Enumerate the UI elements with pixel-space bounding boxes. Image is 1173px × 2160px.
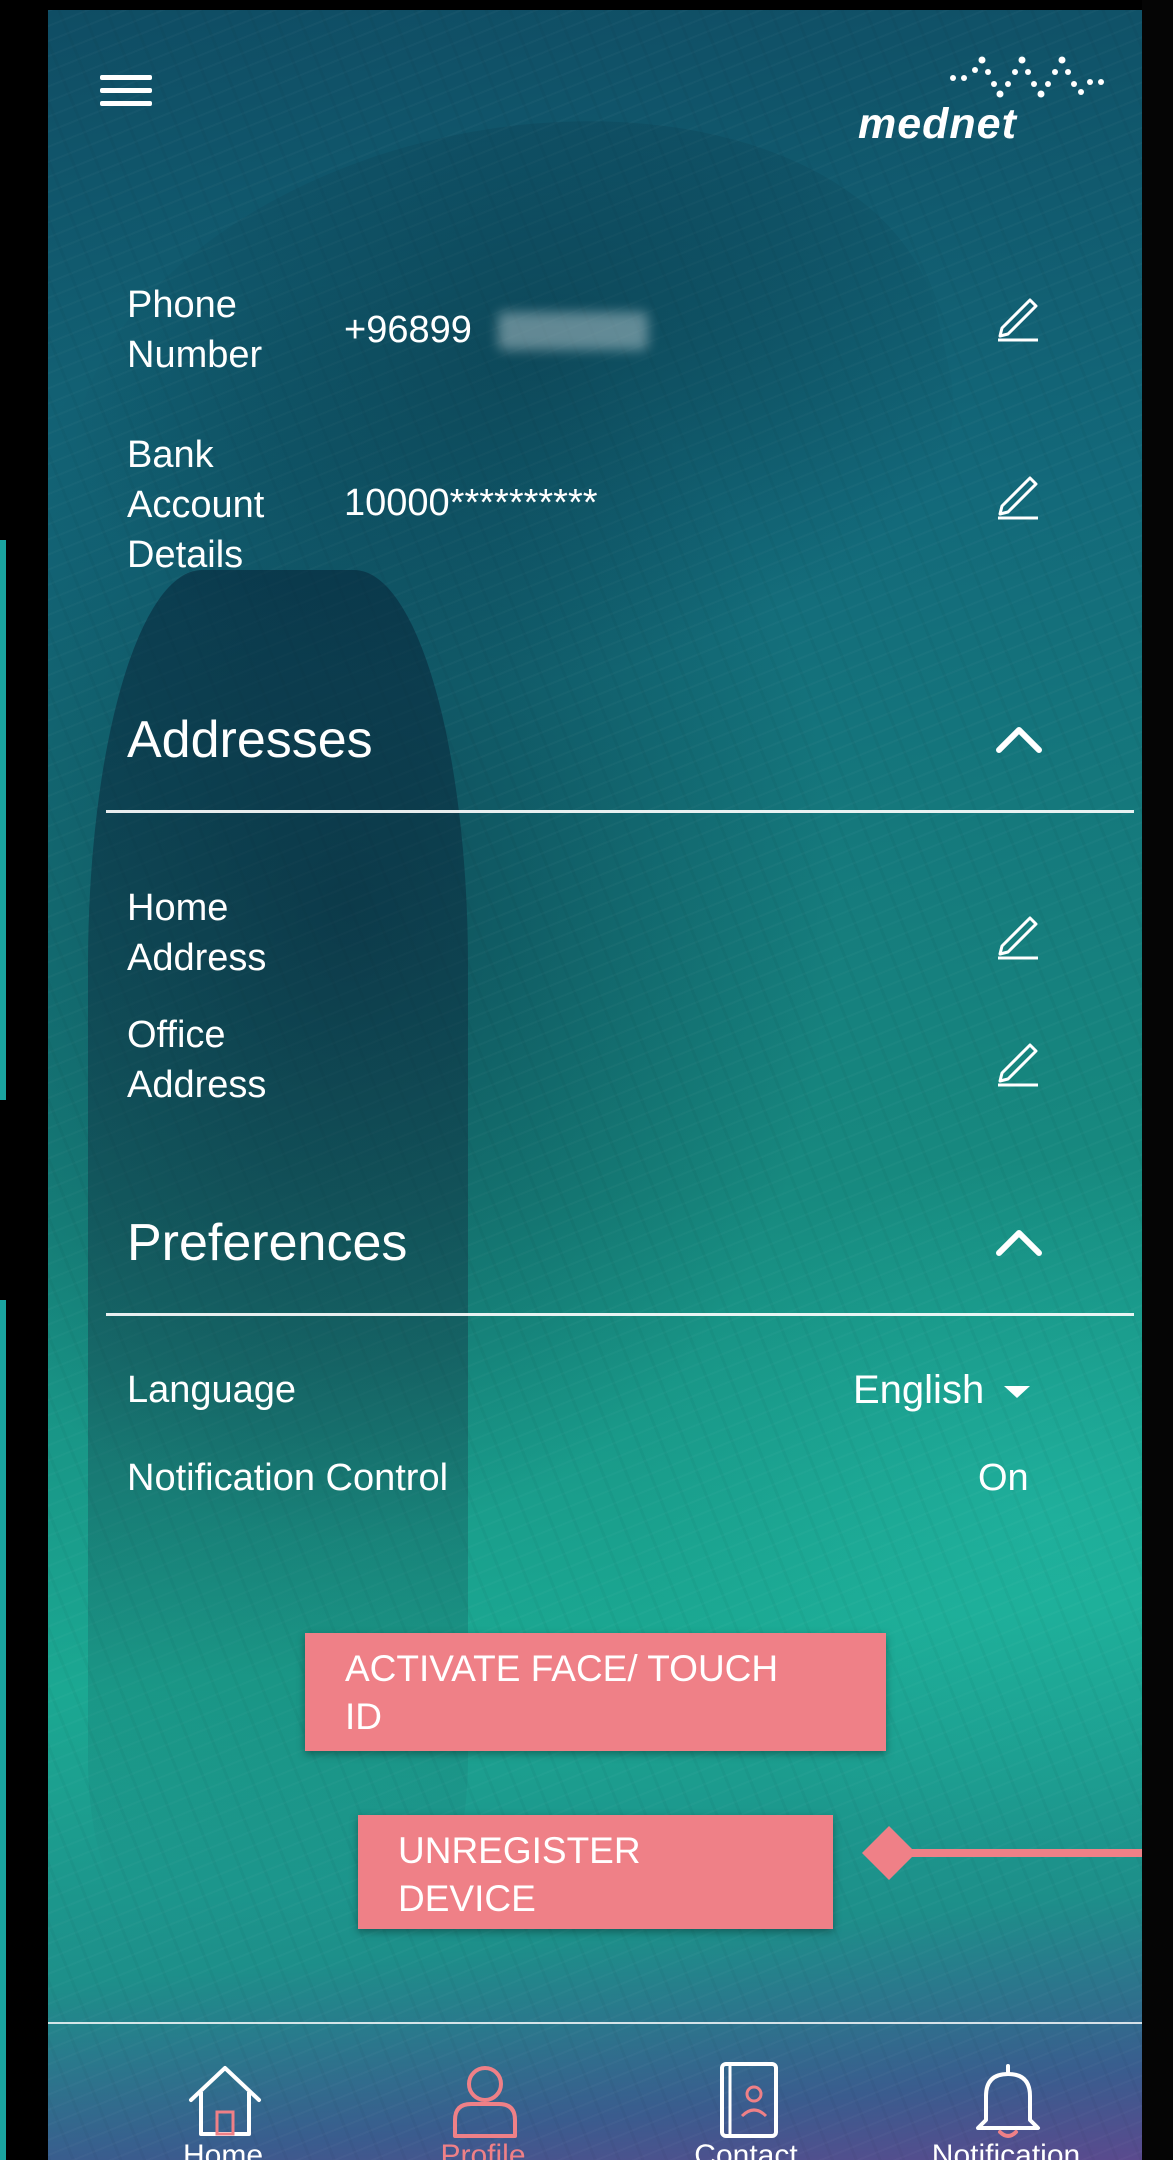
profile-icon bbox=[453, 2066, 517, 2138]
language-value: English bbox=[853, 1368, 985, 1412]
nav-label-home: Home bbox=[182, 2139, 264, 2160]
unregister-device-button[interactable]: UNREGISTER DEVICE bbox=[358, 1815, 833, 1929]
language-dropdown[interactable]: English bbox=[853, 1360, 1031, 1420]
edit-office-address-icon[interactable] bbox=[994, 1035, 1042, 1087]
mednet-logo: mednet bbox=[858, 38, 1118, 158]
nav-item-home[interactable]: Home bbox=[123, 2024, 323, 2160]
addresses-collapse-chevron-icon[interactable] bbox=[993, 722, 1045, 756]
caret-down-icon bbox=[1004, 1386, 1031, 1399]
nav-item-notification[interactable]: Notification bbox=[906, 2024, 1106, 2160]
logo-dots-icon bbox=[950, 56, 1104, 98]
edit-home-address-icon[interactable] bbox=[994, 908, 1042, 960]
nav-label-notification: Notification bbox=[931, 2139, 1081, 2160]
bank-account-label: Bank Account Details bbox=[127, 434, 265, 576]
device-frame bbox=[1142, 0, 1173, 2160]
nav-item-profile[interactable]: Profile bbox=[383, 2024, 583, 2160]
nav-item-contact[interactable]: Contact bbox=[646, 2024, 846, 2160]
notification-control-label: Notification Control bbox=[127, 1457, 449, 1499]
notification-control-toggle[interactable]: On bbox=[978, 1450, 1029, 1506]
annotation-arrow-icon bbox=[862, 1826, 1142, 1880]
bell-icon bbox=[976, 2064, 1040, 2138]
addresses-section-title: Addresses bbox=[127, 711, 373, 769]
preferences-divider bbox=[106, 1313, 1134, 1316]
nav-label-profile: Profile bbox=[440, 2139, 526, 2160]
home-icon bbox=[189, 2066, 261, 2136]
preferences-collapse-chevron-icon[interactable] bbox=[993, 1225, 1045, 1259]
language-label: Language bbox=[127, 1369, 297, 1411]
logo-text: mednet bbox=[858, 100, 1017, 148]
edit-bank-account-icon[interactable] bbox=[994, 468, 1042, 520]
phone-number-value: +96899 bbox=[344, 309, 472, 351]
frame-accent bbox=[0, 1300, 6, 2160]
phone-number-redacted bbox=[498, 312, 648, 350]
bottom-navigation: Home Profile Contact Notification bbox=[48, 2022, 1142, 2160]
hamburger-menu-icon[interactable] bbox=[100, 75, 152, 115]
frame-accent bbox=[0, 540, 6, 1100]
phone-number-label: Phone Number bbox=[127, 284, 263, 376]
home-address-label: Home Address bbox=[127, 887, 267, 979]
preferences-section-title: Preferences bbox=[127, 1214, 408, 1272]
edit-phone-icon[interactable] bbox=[994, 290, 1042, 342]
office-address-label: Office Address bbox=[127, 1014, 267, 1106]
addresses-divider bbox=[106, 810, 1134, 813]
nav-label-contact: Contact bbox=[694, 2139, 798, 2160]
activate-face-touch-id-button[interactable]: ACTIVATE FACE/ TOUCH ID bbox=[305, 1633, 886, 1751]
contact-book-icon bbox=[720, 2062, 778, 2138]
profile-screen: mednet Phone Number +96899 Bank Account … bbox=[48, 10, 1142, 2160]
bank-account-value: 10000********** bbox=[344, 482, 598, 524]
